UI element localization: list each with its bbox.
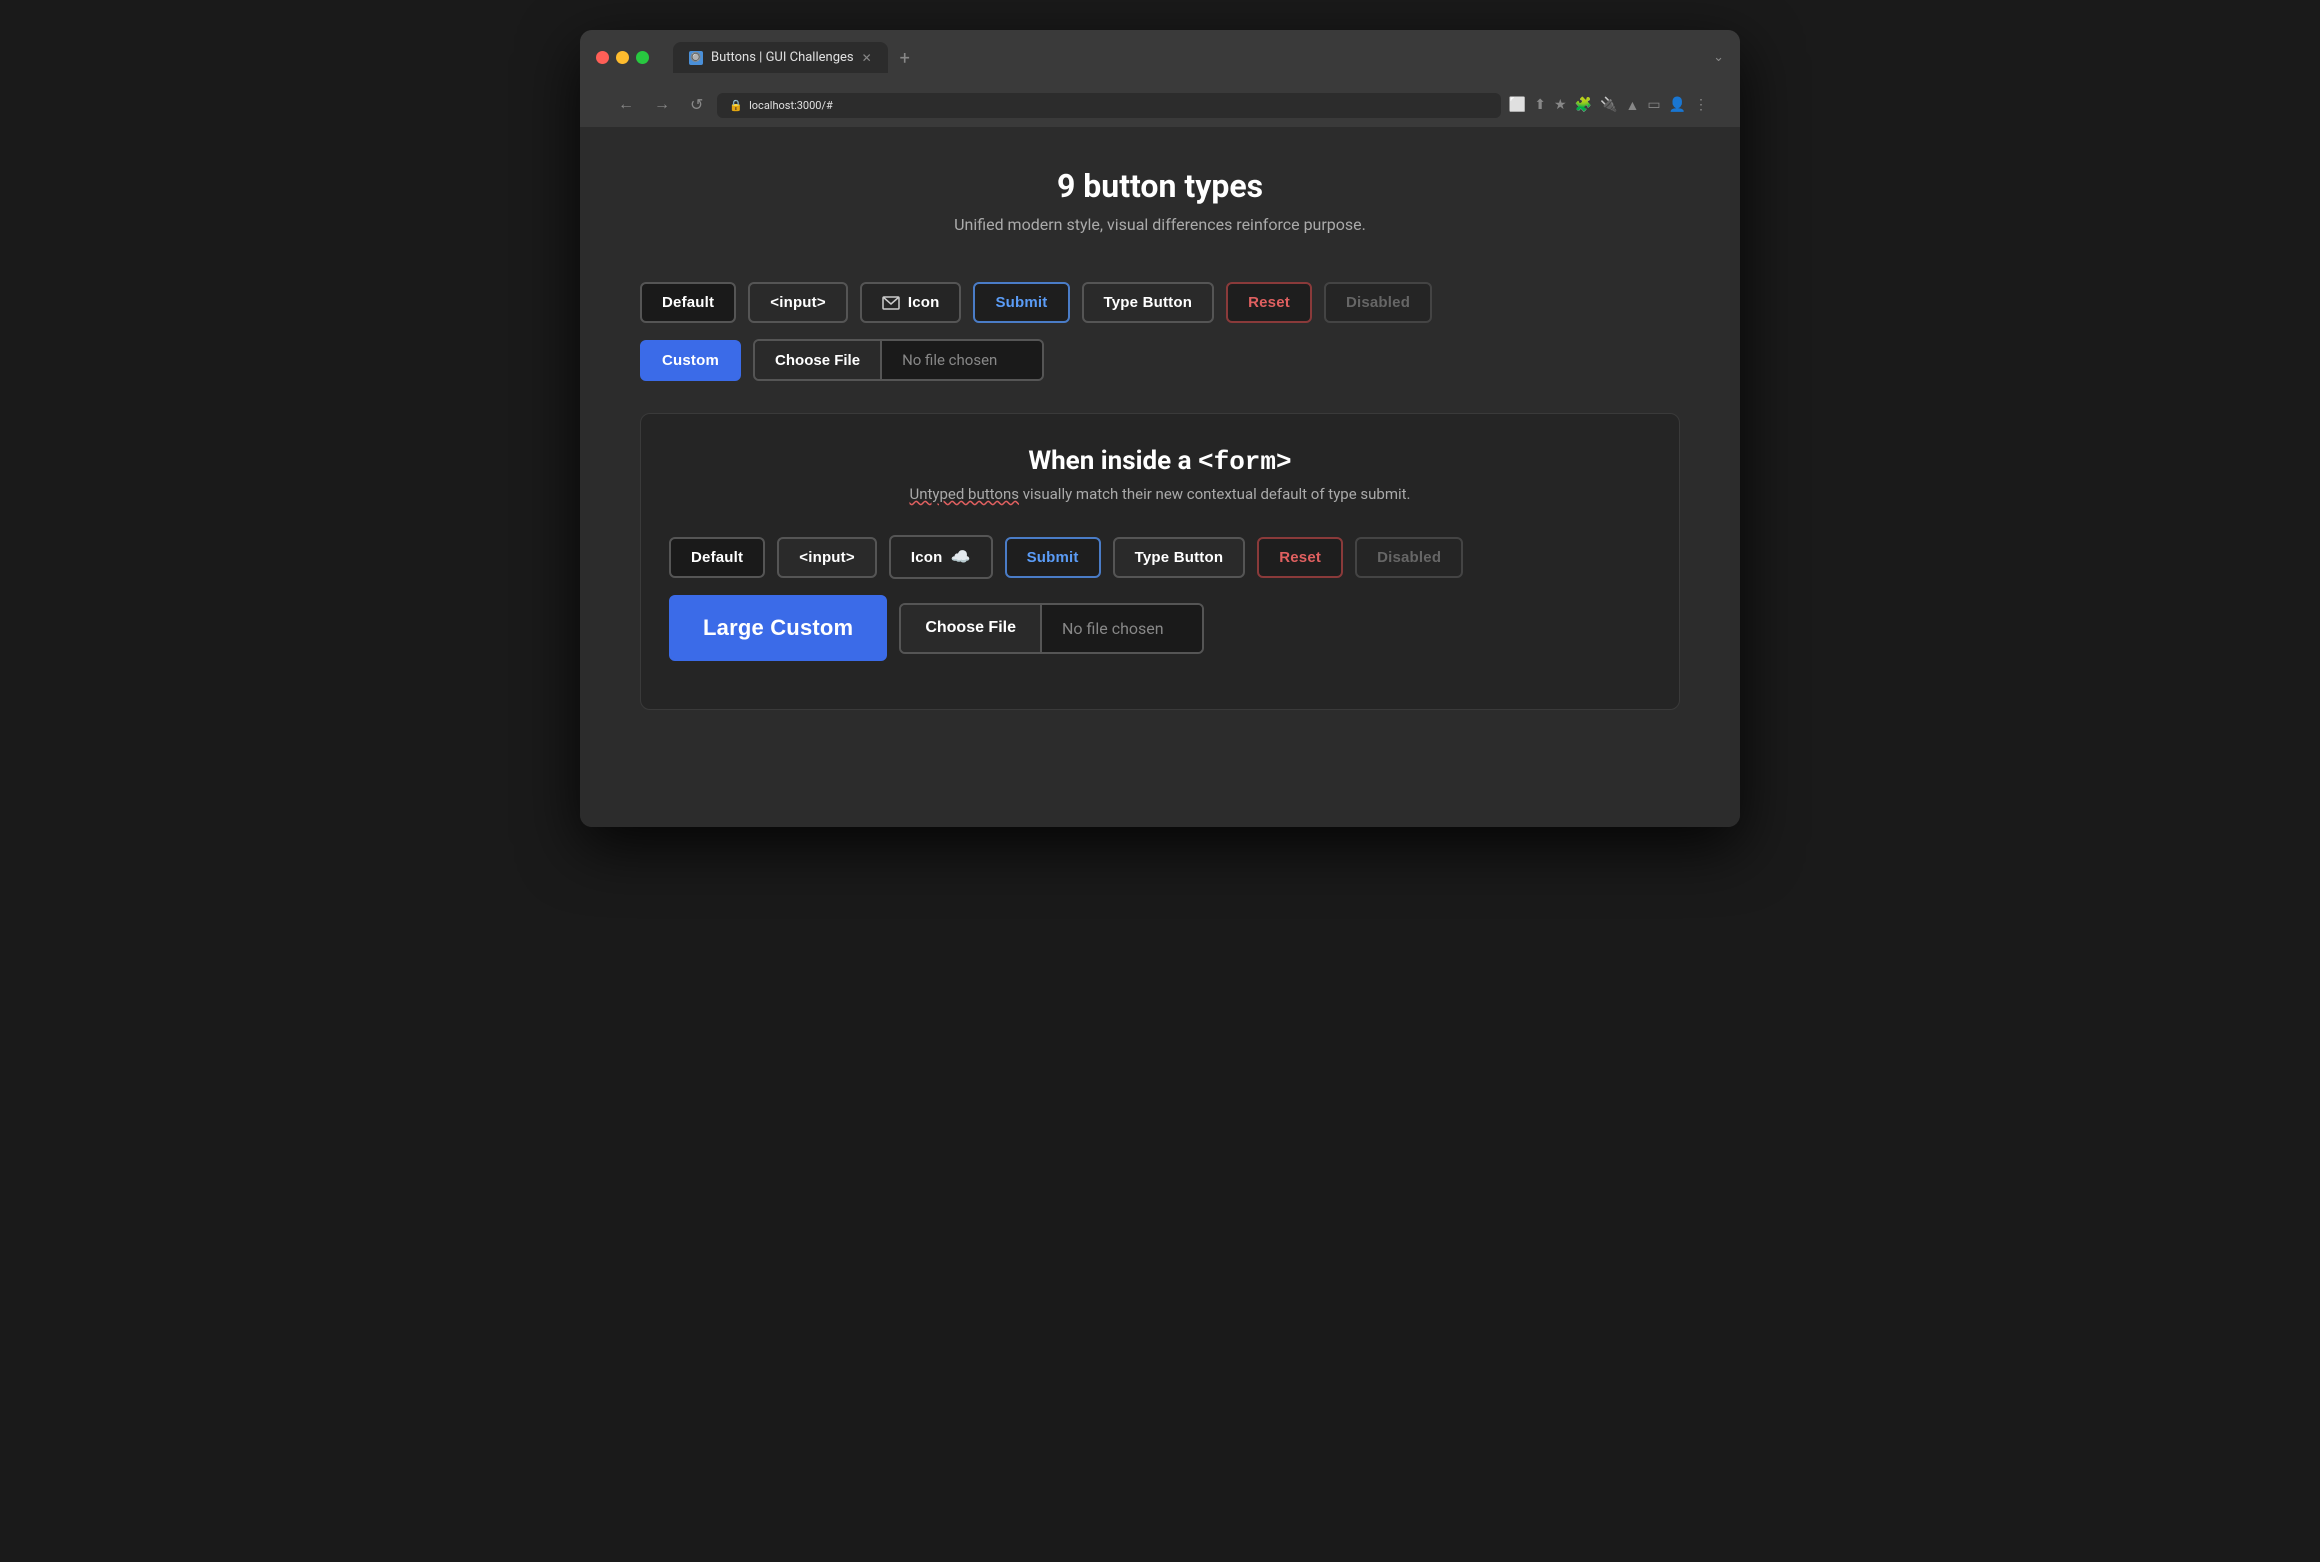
tab-bar: 🔘 Buttons | GUI Challenges ✕ + [673, 42, 1705, 73]
large-custom-button[interactable]: Large Custom [669, 595, 887, 661]
icon-button[interactable]: Icon [860, 282, 962, 323]
choose-file-button[interactable]: Choose File [755, 341, 882, 379]
page-title: 9 button types [640, 167, 1680, 205]
form-file-input-wrapper[interactable]: Choose File No file chosen [899, 603, 1204, 654]
forward-button[interactable]: → [648, 92, 676, 118]
section-header: When inside a <form> Untyped buttons vis… [669, 446, 1651, 503]
section-subtitle: Untyped buttons visually match their new… [669, 485, 1651, 503]
submit-button[interactable]: Submit [973, 282, 1069, 323]
url-text: localhost:3000/# [749, 99, 833, 112]
form-submit-button[interactable]: Submit [1005, 537, 1101, 578]
default-button[interactable]: Default [640, 282, 736, 323]
form-choose-file-button[interactable]: Choose File [901, 605, 1042, 652]
more-icon[interactable]: ⋮ [1694, 97, 1708, 113]
type-button[interactable]: Type Button [1082, 282, 1215, 323]
form-input-button[interactable]: <input> [777, 537, 877, 578]
file-input-wrapper[interactable]: Choose File No file chosen [753, 339, 1044, 381]
reload-button[interactable]: ↺ [684, 91, 709, 119]
extension-icon[interactable]: 🧩 [1575, 97, 1592, 113]
form-default-button[interactable]: Default [669, 537, 765, 578]
share-icon[interactable]: ⬆ [1534, 97, 1546, 113]
toolbar-icons: ⬜ ⬆ ★ 🧩 🔌 ▲ ▭ 👤 ⋮ [1509, 97, 1708, 114]
disabled-button: Disabled [1324, 282, 1432, 323]
form-icon-button[interactable]: Icon ☁️ [889, 535, 993, 579]
back-button[interactable]: ← [612, 92, 640, 118]
custom-file-row: Custom Choose File No file chosen [640, 339, 1680, 381]
traffic-lights [596, 51, 649, 64]
close-button[interactable] [596, 51, 609, 64]
section-title: When inside a <form> [669, 446, 1651, 477]
custom-button[interactable]: Custom [640, 340, 741, 381]
cloud-icon: ☁️ [950, 547, 970, 567]
reset-button[interactable]: Reset [1226, 282, 1312, 323]
page-subtitle: Unified modern style, visual differences… [640, 215, 1680, 234]
lock-icon: 🔒 [729, 99, 743, 112]
tab-favicon: 🔘 [689, 51, 703, 65]
address-bar[interactable]: 🔒 localhost:3000/# [717, 93, 1500, 118]
browser-toolbar: ← → ↺ 🔒 localhost:3000/# ⬜ ⬆ ★ 🧩 🔌 ▲ ▭ 👤… [596, 83, 1724, 127]
input-button[interactable]: <input> [748, 282, 848, 323]
browser-titlebar: 🔘 Buttons | GUI Challenges ✕ + ⌄ ← → ↺ 🔒… [580, 30, 1740, 127]
bookmark-icon[interactable]: ★ [1554, 97, 1567, 113]
mail-icon [882, 296, 900, 310]
active-tab[interactable]: 🔘 Buttons | GUI Challenges ✕ [673, 42, 888, 73]
form-custom-file-row: Large Custom Choose File No file chosen [669, 595, 1651, 661]
tab-title: Buttons | GUI Challenges [711, 50, 854, 65]
alert-icon[interactable]: ▲ [1625, 97, 1639, 114]
external-link-icon[interactable]: ⬜ [1509, 97, 1526, 113]
form-no-file-chosen-label: No file chosen [1042, 605, 1202, 652]
browser-window: 🔘 Buttons | GUI Challenges ✕ + ⌄ ← → ↺ 🔒… [580, 30, 1740, 827]
browser-controls: 🔘 Buttons | GUI Challenges ✕ + ⌄ [596, 42, 1724, 73]
new-tab-button[interactable]: + [892, 44, 918, 73]
tab-close-icon[interactable]: ✕ [862, 51, 872, 65]
page-content: 9 button types Unified modern style, vis… [580, 127, 1740, 827]
minimize-button[interactable] [616, 51, 629, 64]
form-disabled-button: Disabled [1355, 537, 1463, 578]
sidebar-icon[interactable]: ▭ [1647, 97, 1660, 113]
no-file-chosen-label: No file chosen [882, 341, 1042, 379]
top-button-row: Default <input> Icon Submit Type Button … [640, 282, 1680, 323]
puzzle-icon[interactable]: 🔌 [1600, 97, 1617, 113]
form-section: When inside a <form> Untyped buttons vis… [640, 413, 1680, 710]
form-reset-button[interactable]: Reset [1257, 537, 1343, 578]
form-button-row: Default <input> Icon ☁️ Submit Type Butt… [669, 535, 1651, 579]
page-header: 9 button types Unified modern style, vis… [640, 167, 1680, 234]
maximize-button[interactable] [636, 51, 649, 64]
form-type-button[interactable]: Type Button [1113, 537, 1246, 578]
window-dropdown-icon: ⌄ [1713, 50, 1724, 65]
untyped-buttons-text: Untyped buttons [909, 485, 1019, 503]
profile-icon[interactable]: 👤 [1669, 97, 1686, 113]
